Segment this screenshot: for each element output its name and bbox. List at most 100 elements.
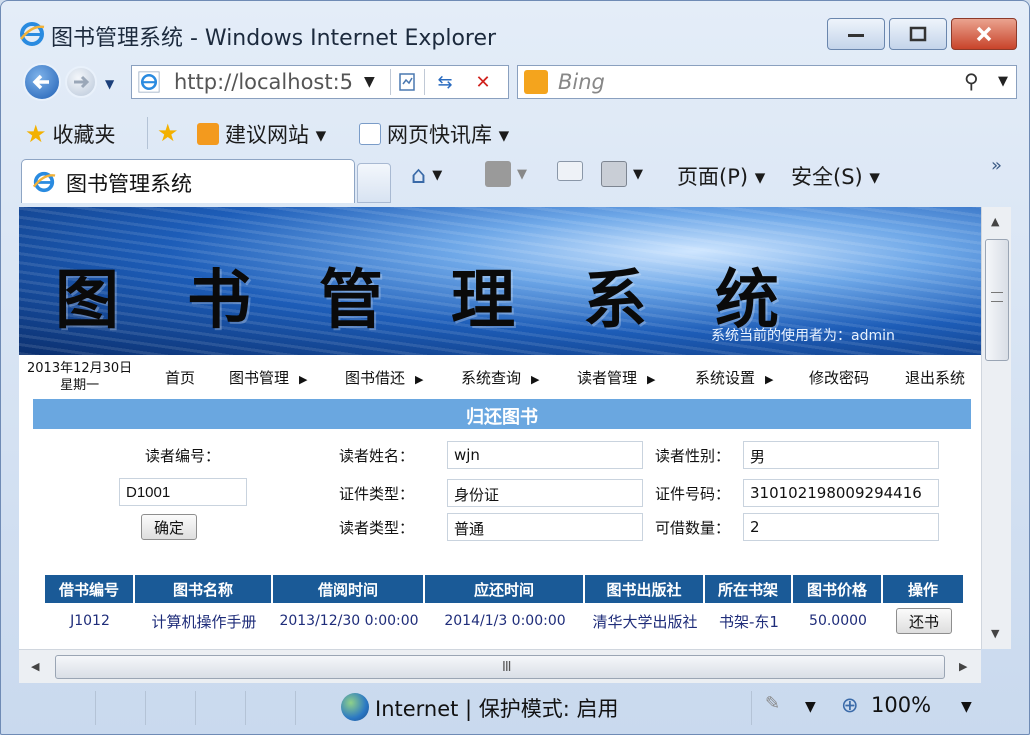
feeds-dropdown-icon[interactable]: ▼: [517, 167, 527, 182]
site-banner: 图书管理系统 系统当前的使用者为：admin: [19, 207, 981, 355]
popup-blocker-icon[interactable]: ✎: [765, 693, 780, 714]
column-header: 借阅时间: [273, 575, 425, 603]
menu-item-label: 系统查询: [461, 369, 522, 387]
reader-id-label: 读者编号：: [145, 447, 221, 465]
zoom-icon[interactable]: ⊕: [841, 693, 859, 717]
search-icon[interactable]: ⚲: [964, 69, 979, 93]
print-dropdown-icon[interactable]: ▼: [633, 167, 643, 182]
publisher-cell: 清华大学出版社: [592, 612, 698, 631]
zoom-dropdown-icon[interactable]: ▼: [961, 699, 972, 715]
reader-id-input[interactable]: [119, 478, 247, 506]
url-dropdown-icon[interactable]: ▼: [364, 74, 375, 90]
vertical-scrollbar[interactable]: ▲ ▼: [981, 207, 1011, 649]
reader-gender-field: 男: [743, 441, 939, 469]
divider: [95, 691, 96, 725]
address-bar[interactable]: http://localhost:5 ▼ ⇆ ✕: [131, 65, 509, 99]
submenu-arrow-icon: ▶: [415, 373, 424, 386]
zoom-level[interactable]: 100%: [871, 693, 931, 717]
bing-logo-icon: [524, 70, 548, 94]
date-text: 2013年12月30日: [27, 361, 133, 376]
horizontal-scroll-thumb[interactable]: III: [55, 655, 945, 679]
favorites-button[interactable]: ★ 收藏夹: [25, 119, 116, 149]
stop-icon[interactable]: ✕: [470, 69, 496, 95]
suggested-sites-icon: [197, 123, 219, 145]
id-number-field: 310102198009294416: [743, 479, 939, 507]
scroll-right-icon[interactable]: ▶: [959, 660, 967, 673]
home-button[interactable]: ⌂ ▼: [411, 161, 442, 189]
favorites-bar: ★ 收藏夹 ★ 建议网站 ▾ 网页快讯库 ▾: [15, 111, 1017, 157]
menu-item-logout[interactable]: 退出系统: [905, 367, 965, 388]
new-tab-button[interactable]: [357, 163, 391, 203]
borrow-limit-field: 2: [743, 513, 939, 541]
divider: [195, 691, 196, 725]
recent-pages-dropdown[interactable]: ▼: [105, 77, 114, 91]
reader-type-label: 读者类型：: [339, 519, 415, 537]
security-zone-text[interactable]: Internet | 保护模式: 启用: [375, 693, 619, 723]
menu-item-label: 图书管理: [229, 369, 290, 387]
horizontal-scrollbar[interactable]: ◀ III ▶: [19, 649, 981, 683]
divider: [390, 69, 391, 95]
menu-item-system-settings[interactable]: 系统设置 ▶: [695, 367, 773, 388]
scroll-down-icon[interactable]: ▼: [991, 627, 999, 640]
search-placeholder[interactable]: Bing: [558, 70, 605, 94]
safety-menu[interactable]: 安全(S) ▾: [791, 161, 880, 191]
menu-item-borrow-return[interactable]: 图书借还 ▶: [345, 367, 423, 388]
section-header: 归还图书: [33, 399, 971, 429]
divider: [424, 69, 425, 95]
thumb-grip-icon: [991, 292, 1003, 302]
scroll-up-icon[interactable]: ▲: [991, 215, 999, 228]
menu-item-home[interactable]: 首页: [165, 367, 195, 388]
vertical-scroll-thumb[interactable]: [985, 239, 1009, 361]
maximize-button[interactable]: [889, 18, 947, 50]
compatibility-view-icon[interactable]: [394, 69, 420, 95]
tab-active[interactable]: 图书管理系统: [21, 159, 355, 203]
menu-item-reader-management[interactable]: 读者管理 ▶: [577, 367, 655, 388]
return-book-button[interactable]: 还书: [896, 608, 952, 634]
favorites-label: 收藏夹: [52, 123, 116, 147]
table-row: J1012 计算机操作手册 2013/12/30 0:00:00 2014/1/…: [45, 603, 965, 639]
weekday-text: 星期一: [60, 378, 100, 393]
menu-item-system-query[interactable]: 系统查询 ▶: [461, 367, 539, 388]
forward-button[interactable]: [65, 66, 97, 98]
table-header-row: 借书编号 图书名称 借阅时间 应还时间 图书出版社 所在书架 图书价格 操作: [45, 575, 965, 603]
popup-blocker-dropdown-icon[interactable]: ▼: [805, 699, 816, 715]
read-mail-button[interactable]: [557, 161, 583, 181]
id-number-label: 证件号码：: [655, 485, 731, 503]
feeds-button[interactable]: ▼: [485, 161, 527, 187]
submenu-arrow-icon: ▶: [765, 373, 774, 386]
minimize-button[interactable]: [827, 18, 885, 50]
menu-item-change-password[interactable]: 修改密码: [809, 367, 869, 388]
id-type-field: 身份证: [447, 479, 643, 507]
id-type-label: 证件类型：: [339, 485, 415, 503]
back-arrow-icon: [32, 74, 49, 90]
confirm-button[interactable]: 确定: [141, 514, 197, 540]
web-slice-gallery-button[interactable]: 网页快讯库 ▾: [359, 119, 509, 149]
submenu-arrow-icon: ▶: [531, 373, 540, 386]
back-button[interactable]: [23, 63, 61, 101]
column-header: 应还时间: [425, 575, 585, 603]
refresh-icon[interactable]: ⇆: [432, 69, 458, 95]
column-header: 图书价格: [793, 575, 883, 603]
search-box[interactable]: Bing ⚲ ▼: [517, 65, 1017, 99]
column-header: 图书名称: [135, 575, 273, 603]
print-button[interactable]: ▼: [601, 161, 643, 187]
scroll-left-icon[interactable]: ◀: [31, 660, 39, 673]
close-window-button[interactable]: [951, 18, 1017, 50]
search-options-dropdown[interactable]: ▼: [998, 74, 1008, 89]
tab-label: 图书管理系统: [66, 172, 192, 196]
internet-zone-globe-icon: [341, 693, 369, 721]
page-menu[interactable]: 页面(P) ▾: [677, 161, 765, 191]
due-time-cell: 2014/1/3 0:00:00: [444, 613, 566, 629]
add-to-favorites-bar-button[interactable]: ★: [157, 119, 179, 147]
url-text[interactable]: http://localhost:5: [174, 70, 364, 94]
safety-menu-label: 安全(S) ▾: [791, 165, 880, 189]
menu-item-book-management[interactable]: 图书管理 ▶: [229, 367, 307, 388]
menu-item-label: 修改密码: [809, 369, 870, 387]
suggested-sites-button[interactable]: 建议网站 ▾: [197, 119, 326, 149]
home-dropdown-icon[interactable]: ▼: [432, 168, 442, 183]
section-title: 归还图书: [466, 407, 538, 428]
maximize-icon: [909, 26, 927, 42]
divider: [751, 691, 752, 725]
more-commands-chevron-icon[interactable]: »: [991, 155, 1002, 176]
divider: [245, 691, 246, 725]
